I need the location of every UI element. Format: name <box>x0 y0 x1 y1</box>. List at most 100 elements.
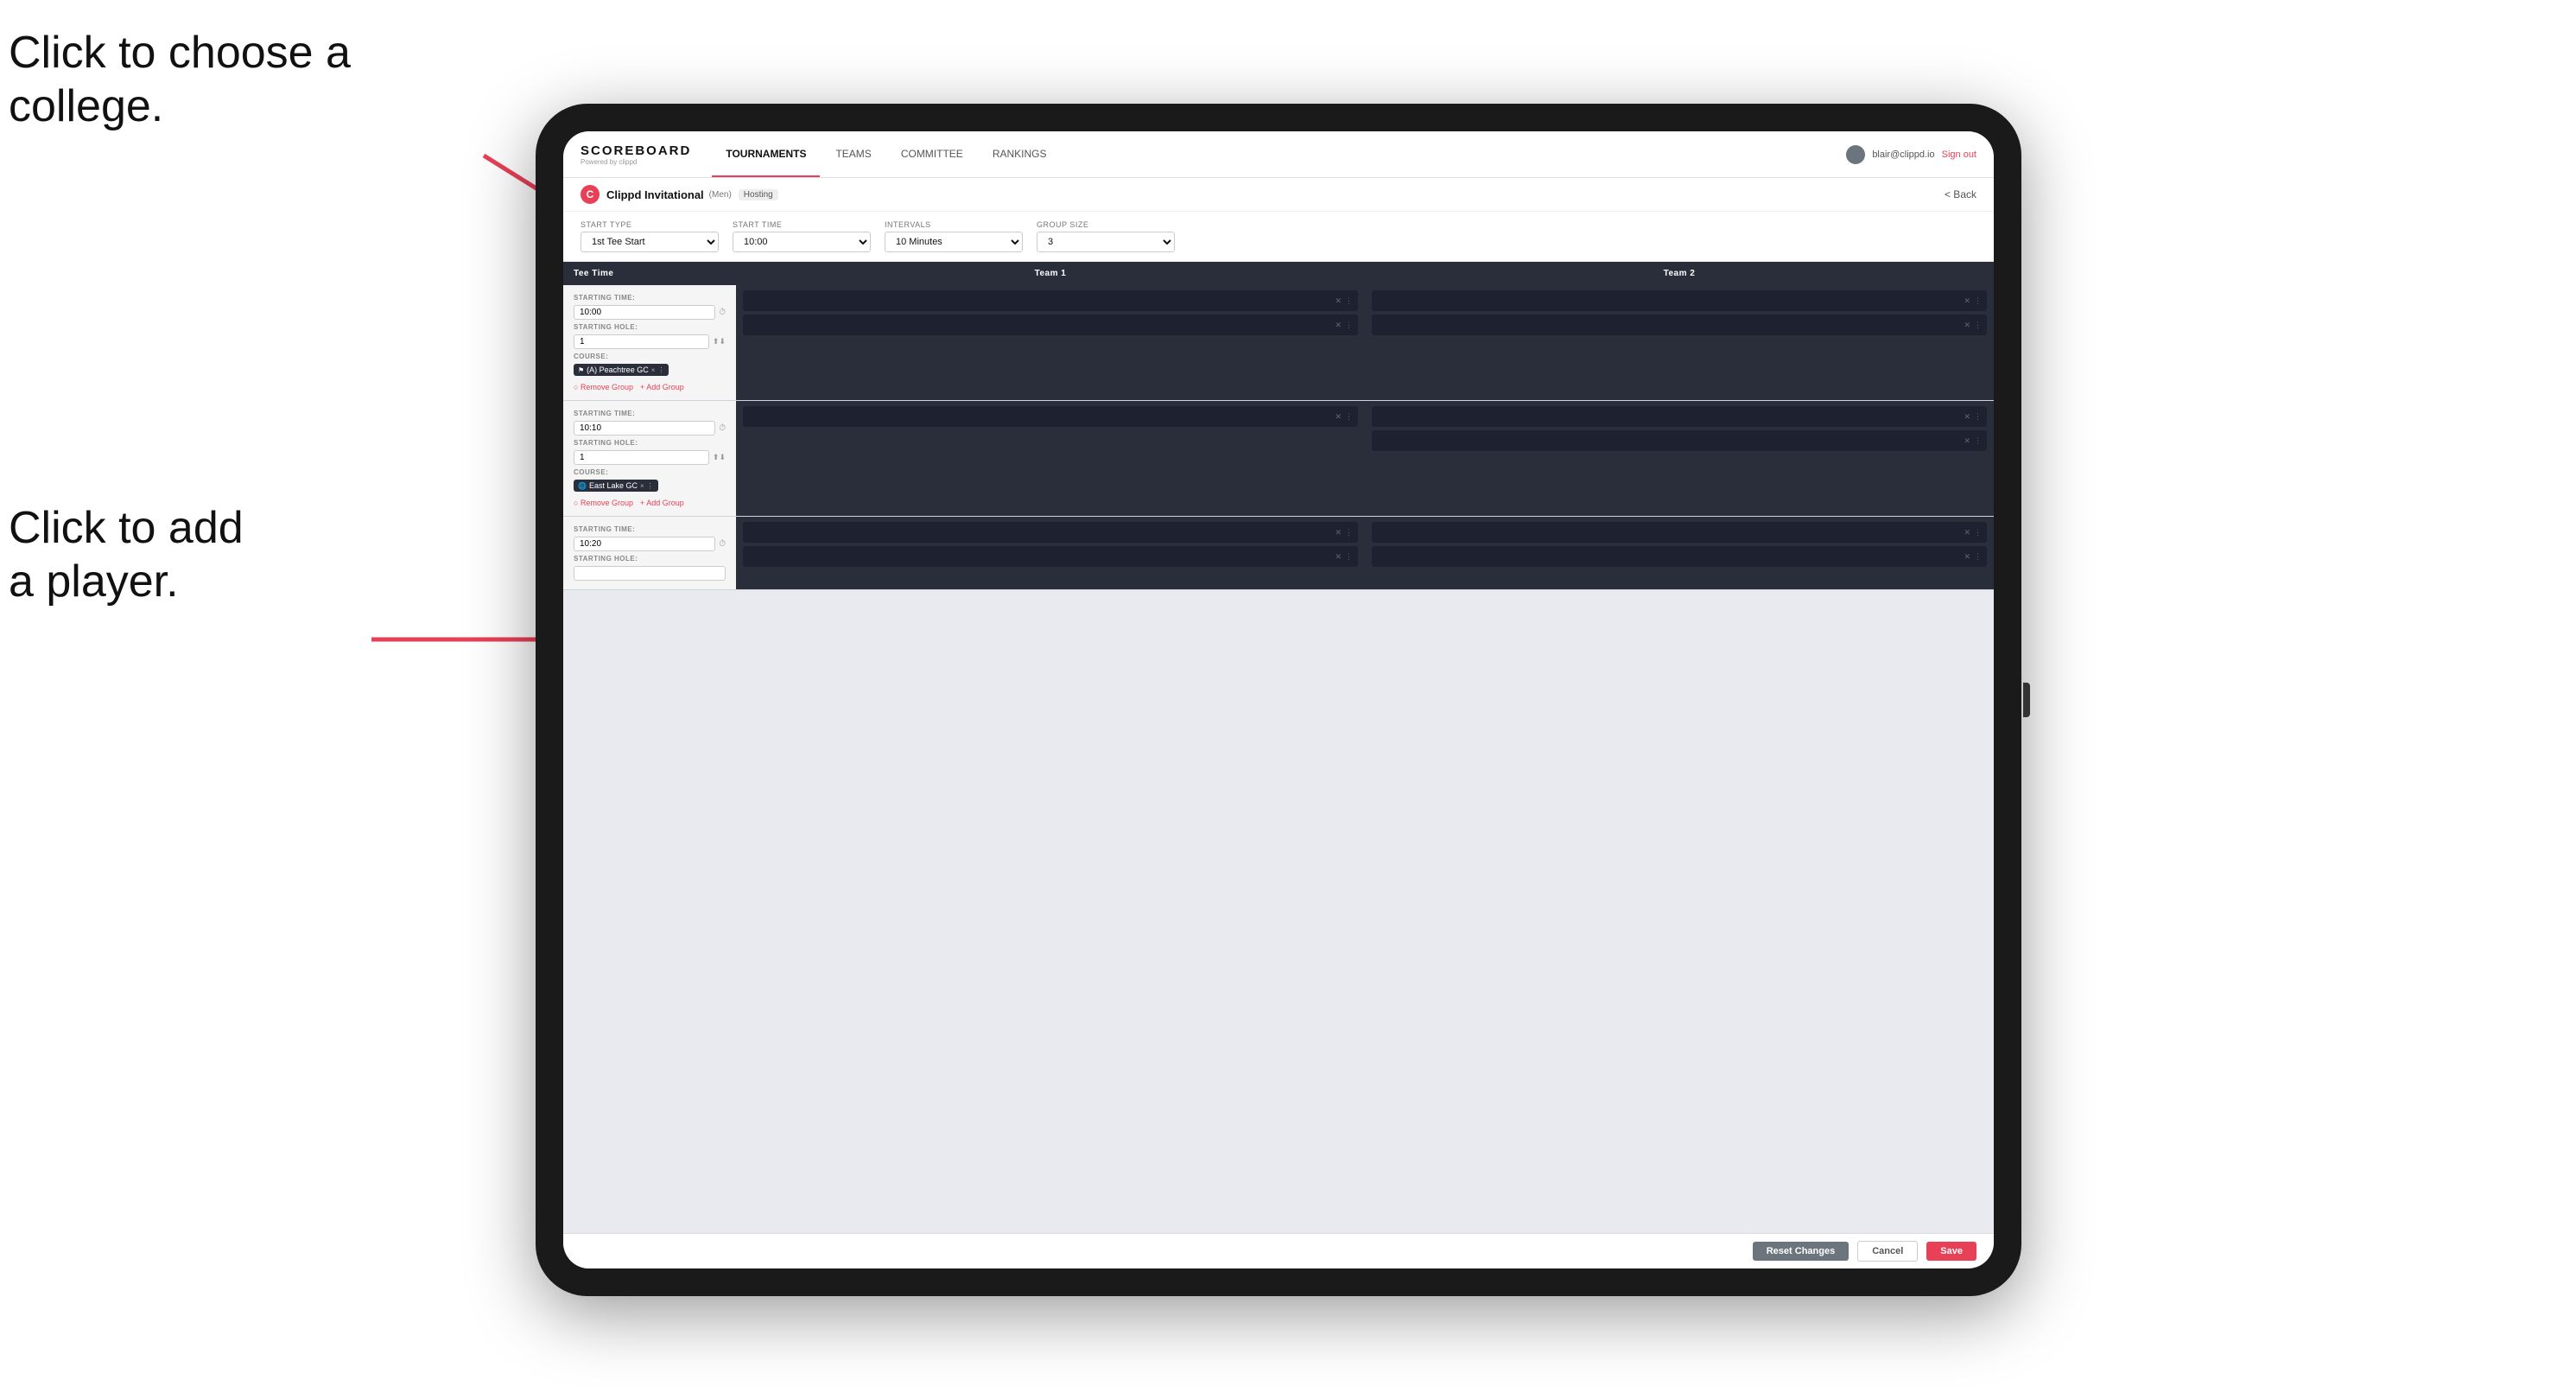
starting-hole-input-2[interactable] <box>574 450 709 465</box>
start-time-select[interactable]: 10:00 <box>733 232 871 252</box>
tablet-screen: SCOREBOARD Powered by clippd TOURNAMENTS… <box>563 131 1994 1268</box>
player-dots-icon: ⋮ <box>1345 412 1353 422</box>
player-dots-icon: ⋮ <box>1345 528 1353 537</box>
player-dots-icon: ⋮ <box>1974 436 1982 446</box>
starting-hole-input-row: ⬆⬇ <box>574 334 726 349</box>
starting-time-label: STARTING TIME: <box>574 410 726 417</box>
course-edit-2[interactable]: ⋮ <box>647 482 654 490</box>
nav-tab-rankings[interactable]: RANKINGS <box>979 131 1061 177</box>
intervals-label: Intervals <box>885 220 1023 229</box>
starting-hole-input-1[interactable] <box>574 334 709 349</box>
add-group-2[interactable]: + Add Group <box>640 499 684 507</box>
player-dots-icon: ⋮ <box>1345 321 1353 330</box>
player-x-icon: ✕ <box>1335 528 1342 537</box>
gender-badge: (Men) <box>709 190 732 200</box>
course-label: COURSE: <box>574 353 726 360</box>
course-badge-1[interactable]: ⚑ (A) Peachtree GC × ⋮ <box>574 364 669 376</box>
player-slot[interactable]: ✕ ⋮ <box>1372 290 1987 311</box>
intervals-select[interactable]: 10 Minutes <box>885 232 1023 252</box>
player-slot[interactable]: ✕ ⋮ <box>743 546 1358 567</box>
start-type-group: Start Type 1st Tee Start <box>581 220 719 252</box>
player-slot[interactable]: ✕ ⋮ <box>1372 546 1987 567</box>
clock-icon-1: ⏱ <box>719 308 726 317</box>
player-dots-icon: ⋮ <box>1345 296 1353 306</box>
starting-hole-label: STARTING HOLE: <box>574 555 726 563</box>
course-badge-2[interactable]: 🌐 East Lake GC × ⋮ <box>574 480 658 492</box>
logo-scoreboard: SCOREBOARD <box>581 143 691 158</box>
nav-tabs: TOURNAMENTS TEAMS COMMITTEE RANKINGS <box>712 131 1060 177</box>
group-size-select[interactable]: 3 <box>1037 232 1175 252</box>
group-team2-2: ✕ ⋮ ✕ ⋮ <box>1365 401 1994 516</box>
course-remove-1[interactable]: × <box>651 366 656 374</box>
starting-hole-label: STARTING HOLE: <box>574 323 726 331</box>
th-tee-time: Tee Time <box>563 262 736 285</box>
nav-tab-committee[interactable]: COMMITTEE <box>887 131 977 177</box>
starting-time-input-3[interactable] <box>574 537 715 551</box>
starting-time-input-2[interactable] <box>574 421 715 436</box>
tablet-frame: SCOREBOARD Powered by clippd TOURNAMENTS… <box>536 104 2021 1296</box>
nav-bar: SCOREBOARD Powered by clippd TOURNAMENTS… <box>563 131 1994 178</box>
group-row: STARTING TIME: ⏱ STARTING HOLE: ⬆⬇ COURS… <box>563 401 1994 517</box>
player-slot[interactable]: ✕ ⋮ <box>1372 522 1987 543</box>
start-time-label: Start Time <box>733 220 871 229</box>
back-button[interactable]: < Back <box>1945 188 1976 200</box>
player-slot[interactable]: ✕ ⋮ <box>1372 315 1987 335</box>
player-x-icon: ✕ <box>1335 412 1342 422</box>
group-team1-1: ✕ ⋮ ✕ ⋮ <box>736 285 1365 400</box>
reset-changes-button[interactable]: Reset Changes <box>1753 1242 1849 1261</box>
course-name-2: East Lake GC <box>589 481 638 490</box>
player-x-icon: ✕ <box>1964 528 1970 537</box>
player-slot[interactable]: ✕ ⋮ <box>1372 406 1987 427</box>
course-label: COURSE: <box>574 468 726 476</box>
save-button[interactable]: Save <box>1926 1242 1976 1261</box>
group-team2-3: ✕ ⋮ ✕ ⋮ <box>1365 517 1994 589</box>
logo-powered: Powered by clippd <box>581 158 691 166</box>
nav-tab-tournaments[interactable]: TOURNAMENTS <box>712 131 820 177</box>
group-left-1: STARTING TIME: ⏱ STARTING HOLE: ⬆⬇ COURS… <box>563 285 736 400</box>
remove-group-1[interactable]: ○ Remove Group <box>574 383 633 391</box>
player-x-icon: ✕ <box>1964 436 1970 446</box>
add-group-1[interactable]: + Add Group <box>640 383 684 391</box>
annotation-choose-college: Click to choose a college. <box>9 26 351 134</box>
player-slot[interactable]: ✕ ⋮ <box>1372 430 1987 451</box>
side-notch <box>2023 683 2030 717</box>
player-x-icon: ✕ <box>1964 412 1970 422</box>
group-size-group: Group Size 3 <box>1037 220 1175 252</box>
player-dots-icon: ⋮ <box>1974 528 1982 537</box>
clock-icon-3: ⏱ <box>719 539 726 549</box>
nav-tab-teams[interactable]: TEAMS <box>822 131 885 177</box>
clippd-logo: C <box>581 185 600 204</box>
starting-time-input-1[interactable] <box>574 305 715 320</box>
player-slot[interactable]: ✕ ⋮ <box>743 290 1358 311</box>
group-row: STARTING TIME: ⏱ STARTING HOLE: ✕ ⋮ <box>563 517 1994 590</box>
course-edit-1[interactable]: ⋮ <box>657 366 664 374</box>
cancel-button[interactable]: Cancel <box>1857 1241 1918 1262</box>
player-dots-icon: ⋮ <box>1974 321 1982 330</box>
th-team1: Team 1 <box>736 262 1365 285</box>
sign-out-link[interactable]: Sign out <box>1942 149 1976 160</box>
player-slot[interactable]: ✕ ⋮ <box>743 406 1358 427</box>
table-body: STARTING TIME: ⏱ STARTING HOLE: ⬆⬇ COURS… <box>563 285 1994 1233</box>
player-slot[interactable]: ✕ ⋮ <box>743 315 1358 335</box>
player-x-icon: ✕ <box>1964 552 1970 562</box>
group-size-label: Group Size <box>1037 220 1175 229</box>
form-controls-row: Start Type 1st Tee Start Start Time 10:0… <box>563 212 1994 262</box>
player-slot[interactable]: ✕ ⋮ <box>743 522 1358 543</box>
starting-time-label: STARTING TIME: <box>574 294 726 302</box>
logo-area: SCOREBOARD Powered by clippd <box>581 143 691 166</box>
th-team2: Team 2 <box>1365 262 1994 285</box>
table-header: Tee Time Team 1 Team 2 <box>563 262 1994 285</box>
group-row: STARTING TIME: ⏱ STARTING HOLE: ⬆⬇ COURS… <box>563 285 1994 401</box>
user-avatar <box>1846 145 1865 164</box>
group-left-2: STARTING TIME: ⏱ STARTING HOLE: ⬆⬇ COURS… <box>563 401 736 516</box>
group-left-3: STARTING TIME: ⏱ STARTING HOLE: <box>563 517 736 589</box>
starting-time-input-row: ⏱ <box>574 537 726 551</box>
hosting-badge: Hosting <box>739 189 778 200</box>
player-x-icon: ✕ <box>1335 296 1342 306</box>
course-remove-2[interactable]: × <box>640 482 644 490</box>
group-team1-2: ✕ ⋮ <box>736 401 1365 516</box>
start-type-select[interactable]: 1st Tee Start <box>581 232 719 252</box>
starting-hole-input-3[interactable] <box>574 566 726 581</box>
remove-group-2[interactable]: ○ Remove Group <box>574 499 633 507</box>
player-x-icon: ✕ <box>1964 321 1970 330</box>
